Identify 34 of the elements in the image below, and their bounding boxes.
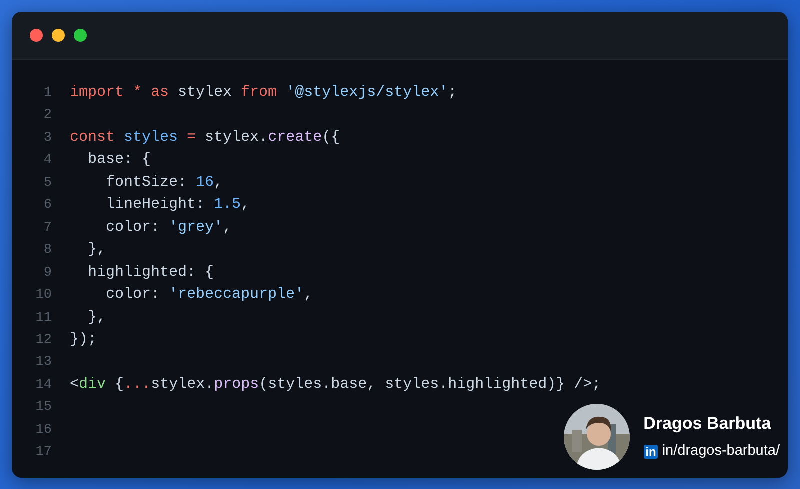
code-line: import * as stylex from '@stylexjs/stylex'; xyxy=(70,83,458,103)
line-number: 16 xyxy=(34,422,52,440)
code-line: const styles = stylex.create({ xyxy=(70,128,340,148)
line-number: 13 xyxy=(34,354,52,372)
linkedin-icon: in xyxy=(644,444,658,459)
line-number: 4 xyxy=(42,152,52,170)
line-number: 17 xyxy=(34,444,52,462)
author-name: Dragos Barbuta xyxy=(644,413,772,436)
code-line: <div {...stylex.props(styles.base, styles.highlighted)} />; xyxy=(70,374,602,395)
window-control-button[interactable] xyxy=(30,29,43,42)
line-number: 8 xyxy=(42,242,52,260)
line-number: 11 xyxy=(34,310,52,328)
line-number: 12 xyxy=(34,332,52,350)
code-line: }); xyxy=(70,330,98,350)
line-number: 7 xyxy=(42,220,52,238)
code-line: color: 'rebeccapurple', xyxy=(105,285,314,306)
code-line: highlighted: { xyxy=(87,262,214,283)
line-number: 2 xyxy=(42,107,52,126)
line-number: 6 xyxy=(42,197,52,216)
line-number: 9 xyxy=(42,264,52,283)
code-line: }, xyxy=(87,308,106,328)
line-number: 15 xyxy=(34,399,52,418)
code-line: fontSize: 16, xyxy=(105,172,224,193)
code-line: color: 'grey', xyxy=(105,218,232,238)
code-line: base: { xyxy=(87,150,152,170)
line-number: 14 xyxy=(34,376,52,395)
window-control-button[interactable] xyxy=(52,29,65,42)
code-line: }, xyxy=(87,240,106,260)
window-control-button[interactable] xyxy=(74,29,87,42)
line-number: 10 xyxy=(34,287,52,306)
line-number: 3 xyxy=(42,130,52,148)
code-line: lineHeight: 1.5, xyxy=(105,195,250,216)
line-number: 1 xyxy=(42,85,52,103)
line-number: 5 xyxy=(42,174,52,193)
